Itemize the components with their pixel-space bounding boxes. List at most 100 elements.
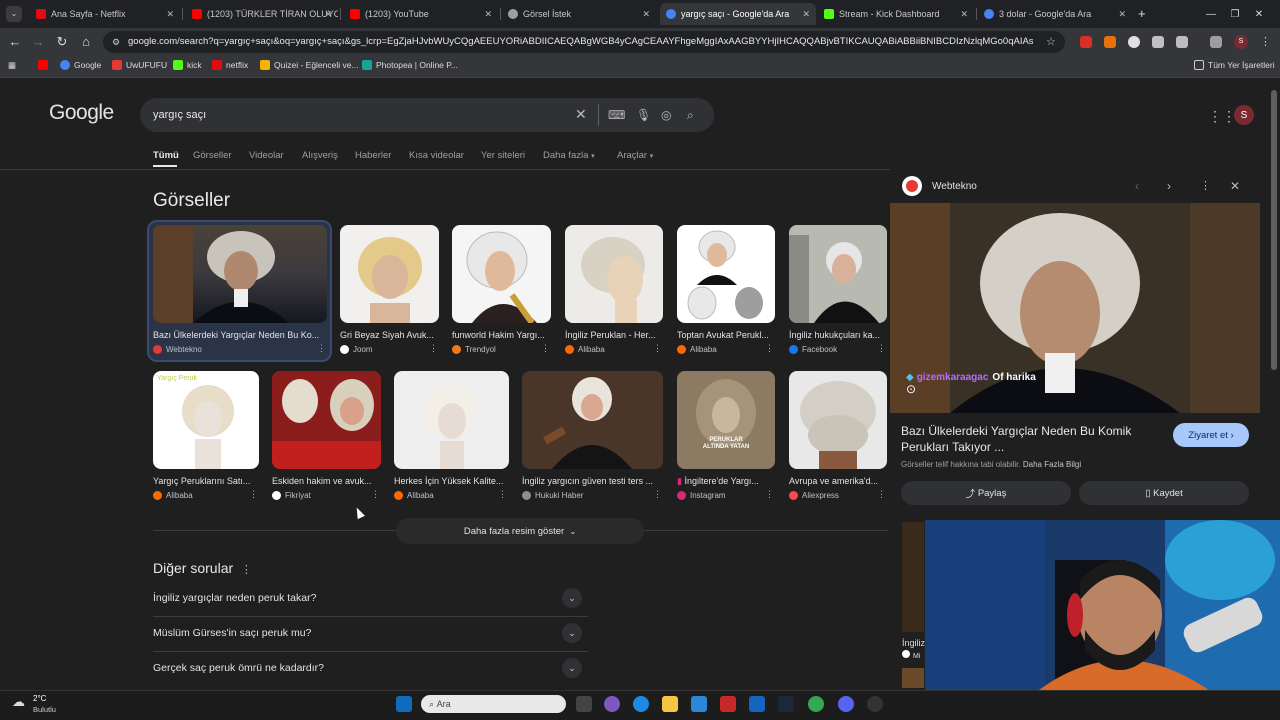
image-title[interactable]: Bazı Ülkelerdeki Yargıçlar Neden Bu Ko..… <box>153 330 325 340</box>
tab-kick-dashboard[interactable]: Stream - Kick Dashboard ✕ <box>818 3 974 25</box>
close-icon[interactable]: ✕ <box>1230 179 1240 193</box>
share-button[interactable]: ⤴ Paylaş <box>901 481 1071 505</box>
more-options-icon[interactable]: ⋮ <box>765 343 774 354</box>
chrome-icon[interactable] <box>808 696 824 712</box>
quality-wig-thumbnail[interactable] <box>394 371 509 469</box>
tab-more[interactable]: Daha fazla ▾ <box>543 150 595 161</box>
close-icon[interactable]: ✕ <box>324 9 332 20</box>
image-source[interactable]: Alibaba <box>565 345 605 354</box>
faq-item[interactable]: İngiliz yargıçlar neden peruk takar? ⌄ <box>153 582 588 617</box>
tab-youtube[interactable]: (1203) YouTube ✕ <box>344 3 498 25</box>
image-title[interactable]: Yargıç Peruklarını Satı... <box>153 476 258 486</box>
shield-icon[interactable] <box>1152 36 1164 48</box>
app-icon[interactable] <box>749 696 765 712</box>
tab-netflix[interactable]: Ana Sayfa - Netflix ✕ <box>30 3 180 25</box>
curly-wig-thumbnail[interactable] <box>789 371 887 469</box>
extension-icon[interactable] <box>1128 36 1140 48</box>
english-lawyer-thumbnail[interactable] <box>789 225 887 323</box>
image-source[interactable]: Facebook <box>789 345 837 354</box>
engraving-thumbnail[interactable]: PERUKLAR ALTINDA YATAN <box>677 371 775 469</box>
google-logo[interactable]: Google <box>49 101 114 125</box>
old-judges-thumbnail[interactable] <box>272 371 381 469</box>
image-source[interactable]: Trendyol <box>452 345 496 354</box>
more-options-icon[interactable]: ⋮ <box>371 489 380 500</box>
profile-avatar[interactable]: S <box>1234 35 1248 49</box>
weather-icon[interactable]: ☁ <box>12 694 25 710</box>
more-options-icon[interactable]: ⋮ <box>653 343 662 354</box>
image-title[interactable]: Herkes İçin Yüksek Kalite... <box>394 476 507 486</box>
more-options-icon[interactable]: ⋮ <box>541 343 550 354</box>
image-title[interactable]: İngiliz yargıcın güven testi ters ... <box>522 476 662 486</box>
more-options-icon[interactable]: ⋮ <box>241 564 252 576</box>
more-options-icon[interactable]: ⋮ <box>765 489 774 500</box>
image-title[interactable]: İngiliz hukukçuları ka... <box>789 330 885 340</box>
mannequin-wig-thumbnail[interactable] <box>565 225 663 323</box>
obs-icon[interactable] <box>867 696 883 712</box>
close-icon[interactable]: ✕ <box>1118 9 1126 20</box>
judge-gavel-thumbnail[interactable] <box>522 371 663 469</box>
apps-grid-icon[interactable]: ▦ <box>8 60 16 71</box>
bookmark-uwufufu[interactable]: UwUFUFU <box>112 60 167 70</box>
tab-3-dolar[interactable]: 3 dolar - Google'da Ara ✕ <box>978 3 1132 25</box>
image-title[interactable]: funworld Hakim Yargı... <box>452 330 551 340</box>
chevron-down-icon[interactable]: ⌄ <box>562 588 582 608</box>
costume-wig-thumbnail[interactable] <box>452 225 551 323</box>
all-bookmarks[interactable]: Tüm Yer İşaretleri <box>1194 60 1275 70</box>
extension-icon[interactable] <box>1080 36 1092 48</box>
save-button[interactable]: ▯ Kaydet <box>1079 481 1249 505</box>
lawyer-wig-thumbnail[interactable] <box>677 225 775 323</box>
faq-item[interactable]: Gerçek saç peruk ömrü ne kadardır? ⌄ <box>153 652 588 687</box>
image-source[interactable]: Hukuki Haber <box>522 491 583 500</box>
lens-camera-icon[interactable]: ◎ <box>661 108 671 122</box>
more-options-icon[interactable]: ⋮ <box>1200 179 1211 192</box>
window-close-icon[interactable]: ✕ <box>1236 0 1280 28</box>
image-title[interactable]: Toptan Avukat Perukl... <box>677 330 774 340</box>
more-images-button[interactable]: Daha fazla resim göster ⌄ <box>396 518 644 544</box>
bookmark-google[interactable]: Google <box>60 60 101 70</box>
app-icon[interactable] <box>720 696 736 712</box>
image-source[interactable]: Alibaba <box>394 491 434 500</box>
weather-desc[interactable]: Bulutlu <box>33 705 56 714</box>
image-source[interactable]: Alibaba <box>153 491 193 500</box>
tab-search-icon[interactable]: ⌄ <box>6 6 22 22</box>
panel-site-name[interactable]: Webtekno <box>932 181 977 192</box>
bookmark-youtube[interactable] <box>38 60 52 70</box>
image-source[interactable]: Fikriyat <box>272 491 311 500</box>
back-icon[interactable]: ← <box>7 34 23 50</box>
more-options-icon[interactable]: ⋮ <box>877 489 886 500</box>
close-icon[interactable]: ✕ <box>166 9 174 20</box>
copilot-icon[interactable] <box>604 696 620 712</box>
url-text[interactable]: google.com/search?q=yargıç+saçı&oq=yargı… <box>128 36 1033 47</box>
close-icon[interactable]: ✕ <box>642 9 650 20</box>
discord-icon[interactable] <box>838 696 854 712</box>
image-source[interactable]: Instagram <box>677 491 726 500</box>
tab-videos[interactable]: Videolar <box>249 150 284 161</box>
more-options-icon[interactable]: ⋮ <box>249 489 258 500</box>
image-source[interactable]: Alibaba <box>677 345 717 354</box>
more-options-icon[interactable]: ⋮ <box>317 343 326 354</box>
image-title[interactable]: Gri Beyaz Siyah Avuk... <box>340 330 439 340</box>
more-options-icon[interactable]: ⋮ <box>429 343 438 354</box>
extension-icon[interactable] <box>1104 36 1116 48</box>
chevron-down-icon[interactable]: ⌄ <box>562 623 582 643</box>
image-title[interactable]: İngiliz Peruklan - Her... <box>565 330 661 340</box>
home-icon[interactable]: ⌂ <box>78 34 94 50</box>
image-title[interactable]: Avrupa ve amerika'd... <box>789 476 885 486</box>
image-title[interactable]: Eskiden hakim ve avuk... <box>272 476 380 486</box>
related-image-peek[interactable] <box>902 522 924 632</box>
new-tab-icon[interactable]: + <box>1138 6 1146 21</box>
image-source[interactable]: Aliexpress <box>789 491 839 500</box>
image-source[interactable]: Webtekno <box>153 345 202 354</box>
bookmark-quizei[interactable]: Quizei - Eğlenceli ve... <box>260 60 359 70</box>
google-apps-icon[interactable]: ⋮⋮ <box>1208 108 1236 125</box>
task-view-icon[interactable] <box>576 696 592 712</box>
tab-search-panel-icon[interactable] <box>1210 36 1222 48</box>
reload-icon[interactable]: ↻ <box>54 34 70 50</box>
bookmark-netflix[interactable]: netflix <box>212 60 248 70</box>
file-explorer-icon[interactable] <box>662 696 678 712</box>
close-icon[interactable]: ✕ <box>960 9 968 20</box>
bookmark-kick[interactable]: kick <box>173 60 202 70</box>
bookmark-star-icon[interactable]: ☆ <box>1046 35 1056 48</box>
judge-thumbnail[interactable] <box>153 225 327 323</box>
more-options-icon[interactable]: ⋮ <box>653 489 662 500</box>
